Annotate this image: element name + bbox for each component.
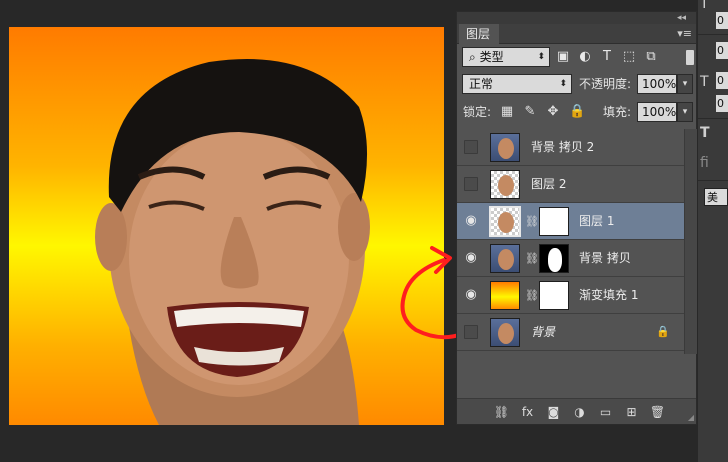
lock-transparent-pixels-icon[interactable]: ▦ <box>500 102 514 122</box>
filter-kind-value: 类型 <box>479 50 504 64</box>
document-image[interactable] <box>9 27 444 425</box>
layer-row[interactable]: ◉ ⛓ 图层 1 <box>457 203 684 240</box>
layer-row[interactable]: 背景 🔒 <box>457 314 684 351</box>
chevron-updown-icon: ⬍ <box>537 52 545 62</box>
layers-list: 背景 拷贝 2 图层 2 ◉ ⛓ 图层 1 ◉ ⛓ 背景 拷贝 ◉ ⛓ 渐变填充 1 背景 🔒 <box>457 129 684 354</box>
layer-thumbnail[interactable] <box>490 244 520 273</box>
layer-mask-thumbnail[interactable] <box>539 281 569 310</box>
eye-icon[interactable]: ◉ <box>464 288 478 302</box>
layer-thumbnail[interactable] <box>489 206 521 237</box>
adjustment-layer-icon[interactable]: ◑ <box>571 403 588 421</box>
opacity-input[interactable]: 100% <box>637 74 677 94</box>
thumbnail-face <box>498 249 514 270</box>
layer-name[interactable]: 图层 1 <box>579 203 614 240</box>
mask-link-icon[interactable]: ⛓ <box>525 289 539 302</box>
layer-thumbnail[interactable] <box>490 318 520 347</box>
filter-icons: ▣ ◐ T ⬚ ⧉ <box>555 49 659 65</box>
layer-name[interactable]: 图层 2 <box>531 166 566 203</box>
char-value-field[interactable]: 0 <box>716 72 728 89</box>
char-value-field[interactable]: 0 <box>716 12 728 29</box>
char-value-field[interactable]: 0 <box>716 95 728 112</box>
visibility-toggle[interactable] <box>464 325 478 339</box>
smart-object-filter-icon[interactable]: ⧉ <box>643 49 659 65</box>
portrait-illustration <box>95 59 370 425</box>
lock-icons: ▦ ✎ ✥ 🔒 <box>500 102 585 122</box>
lock-row: 锁定: ▦ ✎ ✥ 🔒 填充: 100% ▾ <box>457 102 698 126</box>
type-tool-icon[interactable]: T <box>700 74 709 90</box>
thumbnail-face <box>498 323 514 344</box>
panel-bottom-bar: ⛓ fx ◙ ◑ ▭ ⊞ 🗑 ◢ <box>457 398 696 424</box>
blend-row: 正常 ⬍ 不透明度: 100% ▾ <box>457 74 698 98</box>
layer-name[interactable]: 背景 拷贝 <box>579 240 631 277</box>
opacity-dropdown-button[interactable]: ▾ <box>677 74 693 94</box>
thumbnail-face <box>498 212 514 233</box>
panel-topbar: ◂◂ <box>457 12 696 24</box>
mask-link-icon[interactable]: ⛓ <box>525 252 539 265</box>
type-filter-icon[interactable]: T <box>599 49 615 65</box>
layers-scrollbar[interactable] <box>684 129 697 354</box>
layer-name[interactable]: 背景 拷贝 2 <box>531 129 594 166</box>
add-mask-icon[interactable]: ◙ <box>545 403 562 421</box>
panel-menu-icon[interactable]: ▾≡ <box>677 27 692 40</box>
right-panel-strip: T 0 0 0 T 0 T fi 美国 <box>698 0 728 462</box>
eye-icon[interactable]: ◉ <box>464 251 478 265</box>
blend-mode-select[interactable]: 正常 ⬍ <box>462 74 572 94</box>
filter-kind-select[interactable]: ⌕ 类型 ⬍ <box>462 47 550 67</box>
eye-icon[interactable]: ◉ <box>464 214 478 228</box>
language-button[interactable]: 美国 <box>704 188 728 206</box>
layer-row[interactable]: 图层 2 <box>457 166 684 203</box>
chevron-updown-icon: ⬍ <box>559 79 567 89</box>
fill-input[interactable]: 100% <box>637 102 677 122</box>
lock-position-icon[interactable]: ✥ <box>546 102 560 122</box>
resize-grip-icon[interactable]: ◢ <box>688 413 694 422</box>
thumbnail-face <box>498 175 514 196</box>
search-icon: ⌕ <box>469 50 476 64</box>
layer-row[interactable]: ◉ ⛓ 渐变填充 1 <box>457 277 684 314</box>
lock-label: 锁定: <box>463 105 492 119</box>
bottom-icons: ⛓ fx ◙ ◑ ▭ ⊞ 🗑 <box>493 403 666 421</box>
shape-filter-icon[interactable]: ⬚ <box>621 49 637 65</box>
type-tool-icon[interactable]: T <box>700 0 709 12</box>
fill-dropdown-button[interactable]: ▾ <box>677 102 693 122</box>
link-layers-icon[interactable]: ⛓ <box>493 403 510 421</box>
type-tool-icon[interactable]: T <box>700 125 710 141</box>
opacity-label: 不透明度: <box>579 77 632 91</box>
layers-panel: ◂◂ 图层 ▾≡ ⌕ 类型 ⬍ ▣ ◐ T ⬚ ⧉ 正常 ⬍ 不透明度: 100% ▾ … <box>456 11 697 425</box>
mask-silhouette <box>548 248 562 272</box>
lock-icon: 🔒 <box>656 325 670 338</box>
ligature-label: fi <box>700 155 709 171</box>
layer-row[interactable]: ◉ ⛓ 背景 拷贝 <box>457 240 684 277</box>
char-value-field[interactable]: 0 <box>716 42 728 59</box>
lock-all-icon[interactable]: 🔒 <box>569 102 585 122</box>
visibility-toggle[interactable] <box>464 140 478 154</box>
collapse-panel-icon[interactable]: ◂◂ <box>677 12 686 24</box>
layer-mask-thumbnail[interactable] <box>539 244 569 273</box>
blend-mode-value: 正常 <box>469 77 494 91</box>
layer-name[interactable]: 背景 <box>531 314 555 351</box>
layer-name[interactable]: 渐变填充 1 <box>579 277 638 314</box>
layer-thumbnail[interactable] <box>490 281 520 310</box>
adjustment-filter-icon[interactable]: ◐ <box>577 49 593 65</box>
canvas-area[interactable] <box>0 0 464 462</box>
filter-toggle[interactable] <box>686 50 694 65</box>
trash-icon[interactable]: 🗑 <box>649 403 666 421</box>
layer-thumbnail[interactable] <box>490 170 520 199</box>
fill-label: 填充: <box>603 105 632 119</box>
thumbnail-face <box>498 138 514 159</box>
visibility-toggle[interactable] <box>464 177 478 191</box>
fx-icon[interactable]: fx <box>519 403 536 421</box>
panel-tab-row: 图层 ▾≡ <box>457 24 696 44</box>
tab-layers[interactable]: 图层 <box>459 24 499 44</box>
mask-link-icon[interactable]: ⛓ <box>525 215 539 228</box>
new-layer-icon[interactable]: ⊞ <box>623 403 640 421</box>
layer-row[interactable]: 背景 拷贝 2 <box>457 129 684 166</box>
image-filter-icon[interactable]: ▣ <box>555 49 571 65</box>
filter-row: ⌕ 类型 ⬍ ▣ ◐ T ⬚ ⧉ <box>457 47 698 71</box>
layer-thumbnail[interactable] <box>490 133 520 162</box>
new-group-icon[interactable]: ▭ <box>597 403 614 421</box>
lock-image-pixels-icon[interactable]: ✎ <box>523 102 537 122</box>
layer-mask-thumbnail[interactable] <box>539 207 569 236</box>
